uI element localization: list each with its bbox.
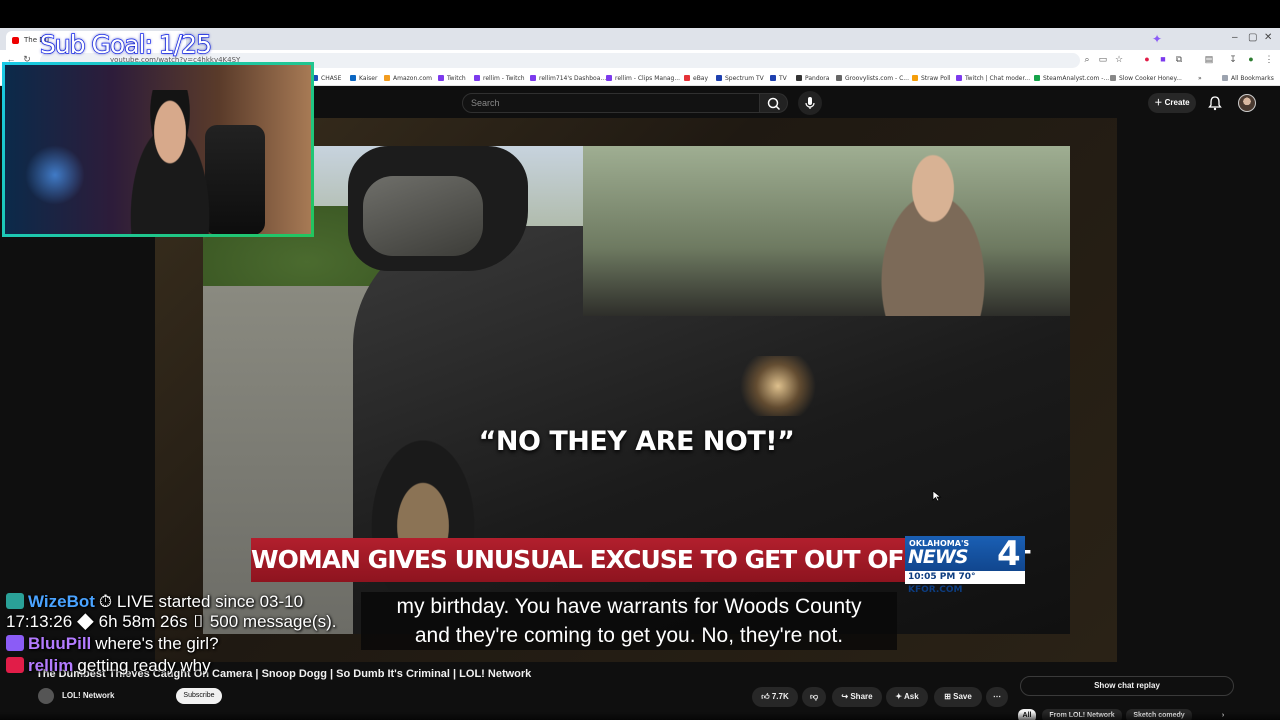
voice-search-button[interactable] bbox=[798, 91, 822, 115]
minimize-icon[interactable]: – bbox=[1232, 32, 1242, 44]
extension-red-icon[interactable]: ● bbox=[1142, 54, 1152, 65]
news-name: NEWS bbox=[908, 546, 969, 568]
bookmark-item[interactable]: Spectrum TV bbox=[716, 73, 764, 84]
chat-message: rellim getting ready why bbox=[6, 656, 356, 676]
menu-icon[interactable]: ⋮ bbox=[1264, 54, 1274, 65]
maximize-icon[interactable]: ▢ bbox=[1248, 32, 1258, 44]
bookmark-item[interactable]: Kaiser bbox=[350, 73, 377, 84]
bookmark-item[interactable]: Groovylists.com - C... bbox=[836, 73, 909, 84]
news-banner: WOMAN GIVES UNUSUAL EXCUSE TO GET OUT OF… bbox=[251, 538, 1031, 582]
thumbs-down-icon: 👎︎ bbox=[809, 692, 819, 701]
microphone-icon bbox=[805, 97, 815, 109]
download-icon[interactable]: ↧ bbox=[1228, 54, 1238, 65]
create-button[interactable]: ＋ Create bbox=[1148, 93, 1196, 113]
chat-username: BluuPill bbox=[28, 634, 92, 653]
zoom-icon[interactable]: ⌕ bbox=[1082, 54, 1092, 65]
bookmark-item[interactable]: Twitch bbox=[438, 73, 466, 84]
news-time: 10:05 PM 70° KFOR.COM bbox=[905, 571, 1025, 595]
streamer-webcam bbox=[2, 62, 314, 237]
account-avatar[interactable] bbox=[1238, 94, 1256, 112]
news-number: 4 bbox=[997, 534, 1021, 574]
save-icon: ⊞ bbox=[944, 692, 951, 701]
sparkle-icon: ✦ bbox=[895, 692, 903, 701]
sub-goal-text: Sub Goal: 1/25 bbox=[39, 29, 212, 59]
all-bookmarks[interactable]: All Bookmarks bbox=[1222, 73, 1274, 84]
close-icon[interactable]: ✕ bbox=[1264, 32, 1274, 44]
channel-avatar[interactable] bbox=[38, 688, 54, 704]
more-bookmarks-icon[interactable]: » bbox=[1198, 73, 1202, 84]
profile-icon[interactable]: ● bbox=[1246, 54, 1256, 65]
screen: The Du ✦ – ▢ ✕ ← ↻ youtube.com/watch?v=c… bbox=[0, 0, 1280, 720]
search-icon bbox=[767, 97, 781, 111]
chat-username: rellim bbox=[28, 656, 74, 675]
search-placeholder: Search bbox=[471, 98, 500, 108]
bookmark-item[interactable]: Pandora bbox=[796, 73, 829, 84]
share-icon: ↪ bbox=[841, 692, 849, 701]
install-icon[interactable]: ▭ bbox=[1098, 54, 1108, 65]
bookmark-item[interactable]: CHASE bbox=[312, 73, 341, 84]
more-actions-icon[interactable]: ⋯ bbox=[986, 687, 1008, 707]
news-logo: OKLAHOMA'S NEWS 4 10:05 PM 70° KFOR.COM bbox=[905, 534, 1025, 595]
webcam-streamer bbox=[115, 90, 225, 234]
sidepanel-icon[interactable]: ▤ bbox=[1204, 54, 1214, 65]
bookmark-star-icon[interactable]: ☆ bbox=[1114, 54, 1124, 65]
video-player[interactable]: “NO THEY ARE NOT!” WOMAN GIVES UNUSUAL E… bbox=[203, 146, 1070, 634]
bookmark-item[interactable]: Straw Poll bbox=[912, 73, 951, 84]
top-black-bar bbox=[0, 0, 1280, 28]
caption-line-2: and they're coming to get you. No, they'… bbox=[414, 624, 844, 647]
dislike-button[interactable]: 👎︎ bbox=[802, 687, 826, 707]
stream-chat-overlay: WizeBot ⏱ LIVE started since 03-10 17:13:… bbox=[6, 592, 356, 678]
bookmark-item[interactable]: rellim - Clips Manag... bbox=[606, 73, 680, 84]
save-button[interactable]: ⊞ Save bbox=[934, 687, 982, 707]
like-button[interactable]: 👍︎ 7.7K bbox=[752, 687, 798, 707]
bookmark-item[interactable]: rellim - Twitch bbox=[474, 73, 525, 84]
bookmark-item[interactable]: SteamAnalyst.com -... bbox=[1034, 73, 1109, 84]
bookmark-item[interactable]: eBay bbox=[684, 73, 708, 84]
bookmark-item[interactable]: Slow Cooker Honey... bbox=[1110, 73, 1182, 84]
extensions-icon[interactable]: ⧉ bbox=[1174, 54, 1184, 65]
chat-message: WizeBot ⏱ LIVE started since 03-10 17:13:… bbox=[6, 592, 356, 632]
like-count: 7.7K bbox=[771, 692, 789, 701]
video-mirror-glass bbox=[363, 176, 483, 256]
bookmark-item[interactable]: rellim714's Dashboa... bbox=[530, 73, 606, 84]
bookmark-item[interactable]: Twitch | Chat moder... bbox=[956, 73, 1030, 84]
subscriber-badge-icon bbox=[6, 635, 24, 651]
caption-line-1: my birthday. You have warrants for Woods… bbox=[396, 595, 862, 618]
show-chat-replay-button[interactable]: Show chat replay bbox=[1020, 676, 1234, 696]
twitch-extension-icon[interactable]: ■ bbox=[1158, 54, 1168, 65]
chat-username: WizeBot bbox=[28, 592, 95, 611]
video-driver bbox=[853, 146, 1013, 316]
mouse-cursor-icon bbox=[932, 490, 942, 502]
search-input[interactable]: Search bbox=[462, 93, 760, 113]
bookmark-item[interactable]: TV bbox=[770, 73, 787, 84]
youtube-favicon-icon bbox=[12, 37, 19, 44]
notifications-icon[interactable] bbox=[1206, 94, 1224, 112]
thumbs-up-icon: 👍︎ bbox=[761, 692, 770, 701]
subscribe-button[interactable]: Subscribe bbox=[176, 688, 222, 704]
chat-message: BluuPill where's the girl? bbox=[6, 634, 356, 654]
webcam-light bbox=[25, 145, 85, 205]
bot-badge-icon bbox=[6, 593, 24, 609]
bookmark-item[interactable]: Amazon.com bbox=[384, 73, 432, 84]
search-button[interactable] bbox=[760, 93, 788, 113]
new-tab-icon[interactable]: ✦ bbox=[1150, 32, 1164, 46]
share-button[interactable]: ↪ Share bbox=[832, 687, 882, 707]
video-sun-glare bbox=[733, 356, 823, 416]
closed-caption: my birthday. You have warrants for Woods… bbox=[361, 592, 897, 650]
channel-name[interactable]: LOL! Network bbox=[62, 691, 114, 700]
video-quote: “NO THEY ARE NOT!” bbox=[478, 426, 795, 457]
chat-text: where's the girl? bbox=[95, 634, 219, 653]
bottom-shadow bbox=[0, 712, 1280, 720]
broadcaster-badge-icon bbox=[6, 657, 24, 673]
chat-text: getting ready why bbox=[77, 656, 211, 675]
ask-button[interactable]: ✦ Ask bbox=[886, 687, 928, 707]
